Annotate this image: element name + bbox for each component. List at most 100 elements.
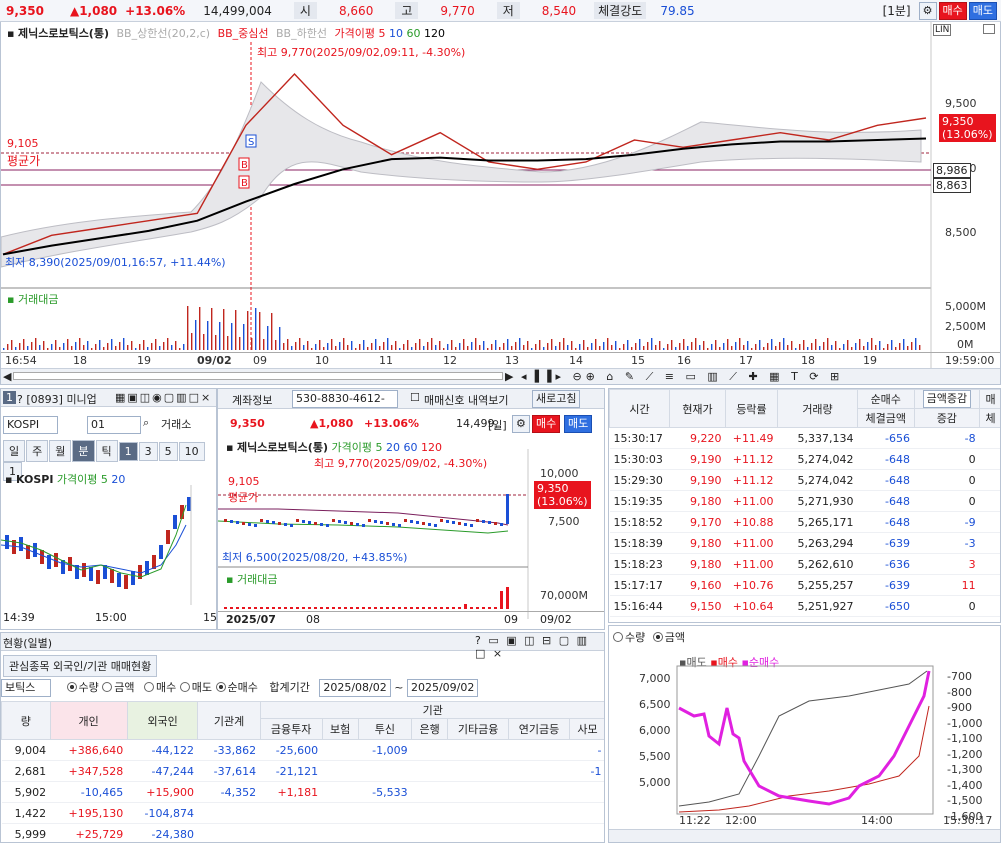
period-5[interactable]: 5: [158, 442, 178, 461]
mini-x-tick-2: 15:00: [95, 611, 127, 624]
daily-candle: [326, 524, 329, 527]
investor-stock[interactable]: 보틱스: [1, 679, 51, 697]
daily-volume-bar: [458, 607, 461, 609]
period-minute[interactable]: 분: [72, 440, 95, 462]
chart-scrollbar[interactable]: [13, 372, 503, 380]
mode-value[interactable]: 금액증감: [922, 390, 972, 408]
volume-bar: [171, 345, 173, 350]
trade-cell-extra: [979, 469, 1000, 491]
investor-window-icons[interactable]: ? ▭ ▣ ◫ ⊟ ▢ ▥ □ ×: [475, 634, 604, 660]
date-to[interactable]: 2025/09/02: [406, 679, 479, 697]
mode-select[interactable]: 금액증감: [913, 389, 981, 409]
trade-row[interactable]: 15:17:17 9,160 +10.76 5,255,257 -639 11: [609, 574, 1000, 596]
sell-button[interactable]: 매도: [968, 1, 997, 20]
daily-candle: [452, 521, 455, 524]
daily-volume-bar: [230, 607, 233, 609]
volume-bar: [35, 338, 37, 350]
opt-sell[interactable]: 매도: [179, 681, 212, 694]
volume-bar: [175, 341, 177, 350]
volume-bar: [779, 342, 781, 350]
volume-bar: [883, 348, 885, 350]
search-icon[interactable]: ⌕: [143, 416, 149, 430]
trade-row[interactable]: 15:19:35 9,180 +11.00 5,271,930 -648 0: [609, 490, 1000, 512]
buy-button[interactable]: 매수: [938, 1, 967, 20]
low-price: 8,540: [541, 3, 577, 18]
investor-cell: [411, 823, 448, 842]
x-tick: 19: [863, 354, 877, 367]
y-tick-1: 9,500: [945, 97, 977, 110]
daily-candle: [224, 519, 227, 522]
volume-bar: [799, 344, 801, 350]
daily-candle: [356, 523, 359, 526]
period-10[interactable]: 10: [178, 442, 205, 461]
investor-row[interactable]: 9,004 +386,640 -44,122 -33,862 -25,600 -1,009…: [1, 739, 604, 761]
volume-bar: [655, 345, 657, 350]
scroll-left-icon[interactable]: ◀: [3, 370, 11, 383]
period-label[interactable]: [1분]: [883, 2, 911, 19]
volume-bar: [183, 344, 185, 350]
trade-cell: 15:16:44: [609, 595, 670, 617]
opt-buy[interactable]: 매수: [144, 681, 176, 694]
market-select[interactable]: KOSPI: [3, 416, 58, 434]
investor-tab-label[interactable]: 관심종목 외국인/기관 매매현황: [3, 655, 158, 677]
exchange-tab[interactable]: 거래소: [161, 416, 191, 432]
period-tick[interactable]: 틱: [95, 440, 118, 462]
price-change: ▲1,080: [69, 3, 118, 18]
index-code-value[interactable]: 01: [87, 416, 141, 434]
signal-label[interactable]: 매매신호 내역보기: [424, 392, 508, 408]
opt-amt[interactable]: 금액: [102, 681, 135, 694]
daily-candle: [284, 523, 287, 526]
date-from[interactable]: 2025/08/02: [319, 679, 391, 697]
volume-bar: [475, 338, 477, 350]
volume-bar: [447, 344, 449, 350]
investor-row[interactable]: 2,681 +347,528 -47,244 -37,614 -21,121 -1: [1, 760, 604, 782]
trade-row[interactable]: 15:18:52 9,170 +10.88 5,265,171 -648 -9: [609, 511, 1000, 533]
volume-bar: [359, 344, 361, 350]
inv-col-foreign: 외국인: [126, 701, 199, 740]
trade-row[interactable]: 15:30:17 9,220 +11.49 5,337,134 -656 -8: [609, 427, 1000, 449]
gear-icon[interactable]: ⚙: [918, 1, 937, 20]
index-code-input[interactable]: 01: [87, 416, 141, 434]
x-tick: 12: [443, 354, 457, 367]
investor-row[interactable]: 1,422 +195,130 -104,874: [1, 802, 604, 824]
account-select[interactable]: 530-8830-4612-: [292, 390, 398, 408]
avg-value: 9,105: [7, 137, 39, 150]
flow-scrollbar[interactable]: [609, 829, 1000, 842]
refresh-button[interactable]: 새로고침: [532, 390, 581, 408]
daily-buy-button[interactable]: 매수: [532, 415, 561, 433]
daily-period[interactable]: [일]: [488, 417, 507, 433]
signal-checkbox[interactable]: ☐: [410, 391, 420, 404]
period-week[interactable]: 주: [26, 440, 49, 462]
flow-x-tick-3: 14:00: [861, 814, 893, 827]
trade-row[interactable]: 15:29:30 9,190 +11.12 5,274,042 -648 0: [609, 469, 1000, 491]
signal-s-text: S: [248, 137, 254, 148]
volume-bar: [795, 348, 797, 350]
scroll-right-icon[interactable]: ▶: [505, 370, 513, 383]
volume-bar: [751, 348, 753, 350]
chart-tool-icons[interactable]: ◂▐▐▸ ⊖⊕ ⌂ ✎ ⟋ ≡ ▭ ▥ ⟋ ✚ ▦ T ⟳ ⊞: [521, 370, 843, 384]
daily-candle: [458, 522, 461, 525]
investor-row[interactable]: 5,902 -10,465 +15,900 -4,352 +1,181 -5,533: [1, 781, 604, 803]
period-1[interactable]: 1: [118, 442, 138, 461]
volume-bar: [815, 339, 817, 350]
investor-cell: -37,614: [197, 760, 261, 782]
period-day[interactable]: 일: [3, 440, 26, 462]
flow-sell-line: [678, 670, 928, 807]
volume-bar: [479, 345, 481, 350]
window-control-icons[interactable]: ▦▣◫◉▢▥□×: [115, 391, 212, 404]
period-month[interactable]: 월: [49, 440, 72, 462]
volume-bar: [667, 344, 669, 350]
period-3[interactable]: 3: [138, 442, 158, 461]
trade-row[interactable]: 15:18:39 9,180 +11.00 5,263,294 -639 -3: [609, 532, 1000, 554]
trade-row[interactable]: 15:16:44 9,150 +10.64 5,251,927 -650 0: [609, 595, 1000, 617]
opt-qty[interactable]: 수량: [66, 681, 99, 694]
daily-gear-icon[interactable]: ⚙: [512, 415, 530, 433]
daily-sell-button[interactable]: 매도: [564, 415, 593, 433]
trade-row[interactable]: 15:18:23 9,180 +11.00 5,262,610 -636 3: [609, 553, 1000, 575]
volume-bar: [907, 346, 909, 350]
opt-net[interactable]: 순매수: [215, 681, 258, 694]
investor-tab[interactable]: 관심종목 외국인/기관 매매현황: [3, 655, 158, 677]
market-value[interactable]: KOSPI: [3, 416, 58, 434]
investor-row[interactable]: 5,999 +25,729 -24,380: [1, 823, 604, 842]
trade-row[interactable]: 15:30:03 9,190 +11.12 5,274,042 -648 0: [609, 448, 1000, 470]
